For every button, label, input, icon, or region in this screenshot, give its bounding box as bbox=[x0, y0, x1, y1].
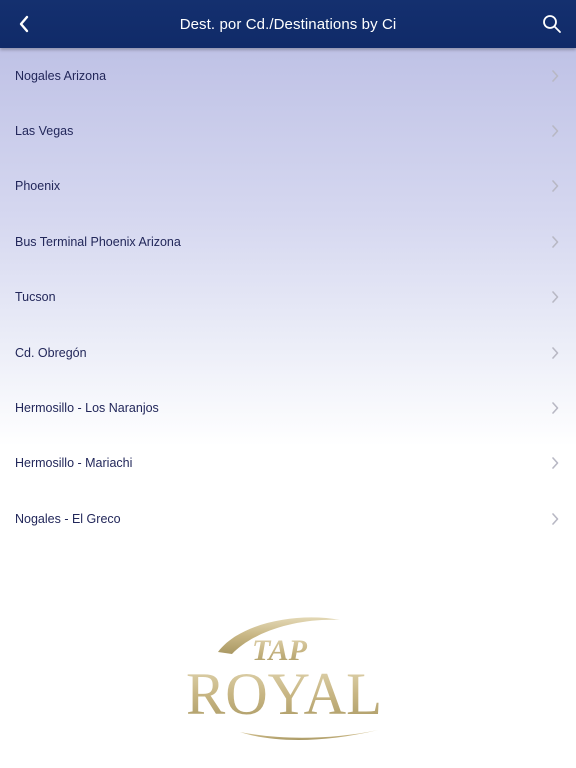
list-item[interactable]: Las Vegas bbox=[0, 103, 576, 158]
list-item[interactable]: Phoenix bbox=[0, 159, 576, 214]
list-item-label: Phoenix bbox=[15, 179, 61, 194]
tap-royal-logo: TAP ROYAL bbox=[180, 610, 390, 750]
logo-text-main: ROYAL bbox=[186, 661, 382, 727]
chevron-right-icon bbox=[551, 125, 561, 137]
list-item[interactable]: Bus Terminal Phoenix Arizona bbox=[0, 214, 576, 269]
chevron-right-icon bbox=[551, 69, 561, 82]
list-item-label: Hermosillo - Los Naranjos bbox=[15, 401, 159, 416]
list-item-label: Nogales Arizona bbox=[15, 68, 107, 83]
list-item-label: Las Vegas bbox=[15, 124, 74, 139]
list-item[interactable]: Nogales - El Greco bbox=[0, 491, 576, 546]
list-item[interactable]: Hermosillo - Los Naranjos bbox=[0, 380, 576, 435]
list-item-label: Bus Terminal Phoenix Arizona bbox=[15, 234, 181, 249]
list-item[interactable]: Tucson bbox=[0, 270, 576, 325]
chevron-right-icon bbox=[551, 236, 561, 248]
chevron-right-icon bbox=[551, 457, 561, 470]
list-item-label: Hermosillo - Mariachi bbox=[15, 456, 133, 471]
chevron-right-icon bbox=[551, 513, 561, 525]
page-title: Dest. por Cd./Destinations by Ci bbox=[179, 15, 397, 33]
navigation-bar: Dest. por Cd./Destinations by Ci bbox=[0, 0, 576, 48]
list-item-label: Nogales - El Greco bbox=[15, 511, 121, 526]
back-button[interactable] bbox=[12, 12, 36, 36]
chevron-right-icon bbox=[551, 402, 561, 414]
chevron-right-icon bbox=[551, 346, 561, 359]
list-item[interactable]: Nogales Arizona bbox=[0, 48, 576, 103]
logo-underline-swoosh bbox=[240, 730, 378, 740]
search-icon bbox=[543, 15, 561, 33]
list-item[interactable]: Cd. Obregón bbox=[0, 325, 576, 380]
chevron-right-icon bbox=[551, 291, 561, 304]
chevron-right-icon bbox=[551, 180, 561, 193]
list-item[interactable]: Hermosillo - Mariachi bbox=[0, 436, 576, 491]
list-item-label: Cd. Obregón bbox=[15, 345, 87, 360]
chevron-left-icon bbox=[19, 15, 29, 33]
search-button[interactable] bbox=[540, 12, 564, 36]
destinations-list: Nogales Arizona Las Vegas Phoenix Bus Te… bbox=[0, 48, 576, 546]
list-item-label: Tucson bbox=[15, 290, 56, 305]
